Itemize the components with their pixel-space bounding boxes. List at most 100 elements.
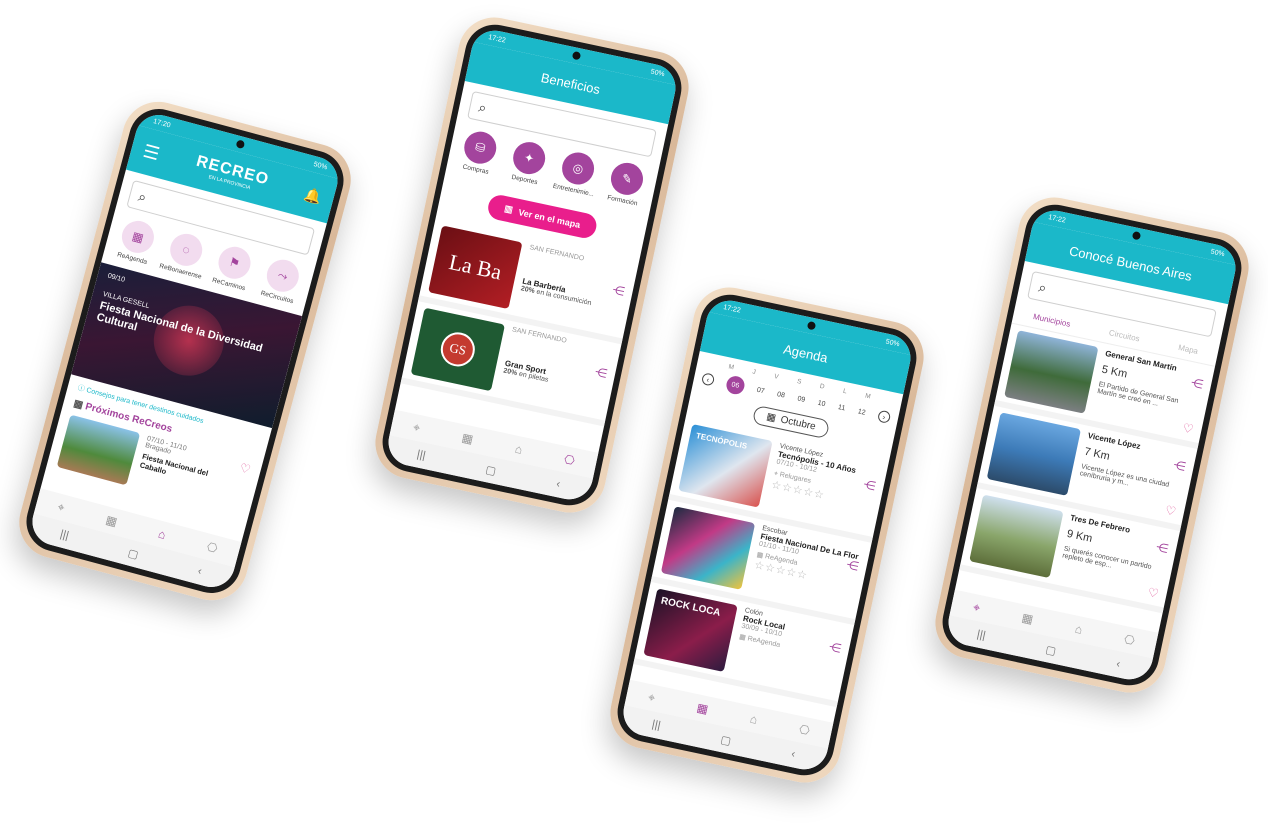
calendar-icon[interactable]: ▦: [461, 430, 475, 446]
event-thumbnail: [56, 414, 141, 486]
category-formacion[interactable]: ✎ Formación: [598, 158, 654, 209]
info-icon: ⓘ: [76, 384, 86, 394]
weekday-label: L: [842, 387, 848, 396]
home-screen: 17:20 50% ☰ RECREO EN LA PROVINCIA 🔔 ⌕ ▦…: [27, 109, 343, 593]
event-thumbnail: [660, 506, 756, 590]
tab-municipios[interactable]: Municipios: [1032, 312, 1071, 329]
gift-icon[interactable]: ⎔: [205, 540, 219, 556]
chat-icon: ◌: [166, 230, 206, 270]
share-icon[interactable]: ⋲: [1155, 540, 1170, 556]
calendar-icon[interactable]: ▦: [104, 513, 119, 529]
back-icon[interactable]: ‹: [790, 748, 796, 761]
tab-circuitos[interactable]: Circuitos: [1108, 328, 1140, 343]
category-reagenda[interactable]: ▦ ReAgenda: [108, 215, 165, 268]
back-icon[interactable]: ‹: [1115, 658, 1121, 671]
day-item[interactable]: 11: [837, 404, 846, 412]
gift-icon[interactable]: ⎔: [1123, 632, 1136, 648]
home-icon[interactable]: ⌂: [514, 442, 524, 457]
share-icon[interactable]: ⋲: [1172, 458, 1187, 474]
category-label: ReAgenda: [116, 251, 148, 267]
day-item[interactable]: 09: [797, 395, 806, 403]
phone-beneficios: 17:22 50% Beneficios ⌕ ⛁ Compras ✦ Depor…: [368, 10, 696, 520]
heart-icon[interactable]: ♡: [1164, 503, 1177, 519]
category-recaminos[interactable]: ⚑ ReCaminos: [205, 241, 262, 294]
share-icon[interactable]: ⋲: [828, 640, 843, 656]
benefit-thumbnail: GS: [410, 307, 505, 392]
event-info: Escobar Fiesta Nacional De La Flor 01/10…: [749, 525, 863, 613]
event-info: Colón Rock Local 30/09 - 10/10 ▦ ReAgend…: [731, 607, 845, 695]
phone-conoce: 17:22 50% Conocé Buenos Aires ⌕ Municipi…: [928, 190, 1256, 700]
place-thumbnail: [1004, 330, 1099, 414]
event-tag: ReAgenda: [746, 635, 781, 650]
share-icon[interactable]: ⋲: [845, 557, 860, 573]
status-battery: 50%: [885, 338, 901, 348]
bell-icon[interactable]: 🔔: [302, 185, 323, 206]
calendar-icon[interactable]: ▦: [696, 700, 710, 716]
event-thumb-text: ROCK LOCA: [659, 595, 722, 619]
day-item[interactable]: 08: [776, 391, 785, 399]
category-label: Entretenimie...: [552, 182, 595, 199]
home-icon[interactable]: ⌂: [749, 712, 759, 727]
home-button-icon[interactable]: ▢: [485, 463, 498, 477]
phone-home: 17:20 50% ☰ RECREO EN LA PROVINCIA 🔔 ⌕ ▦…: [11, 93, 359, 609]
recents-icon[interactable]: |||: [416, 448, 427, 462]
gift-icon[interactable]: ⎔: [798, 722, 811, 738]
home-button-icon[interactable]: ▢: [720, 733, 733, 747]
page-title: Agenda: [782, 341, 830, 366]
recreo-logo: RECREO EN LA PROVINCIA: [193, 153, 270, 195]
recents-icon[interactable]: |||: [976, 628, 987, 642]
entertainment-icon: ◎: [559, 149, 598, 188]
gift-icon[interactable]: ⎔: [563, 452, 576, 468]
home-icon[interactable]: ⌂: [157, 527, 168, 542]
benefit-discount: 20%: [502, 367, 518, 378]
location-icon[interactable]: ⌖: [56, 499, 66, 515]
category-label: Formación: [606, 194, 639, 208]
event-thumbnail: TECNÓPOLIS: [678, 424, 773, 508]
location-icon[interactable]: ⌖: [647, 690, 657, 706]
recents-icon[interactable]: |||: [651, 718, 662, 732]
category-recircuitos[interactable]: ⤳ ReCircuitos: [253, 254, 310, 307]
location-icon[interactable]: ⌖: [412, 420, 422, 436]
heart-icon[interactable]: ♡: [1181, 421, 1194, 437]
calendar-icon[interactable]: ▦: [1021, 610, 1035, 626]
chevron-right-icon[interactable]: ›: [876, 409, 892, 424]
share-icon[interactable]: ⋲: [1190, 375, 1205, 391]
category-rebonaerense[interactable]: ◌ ReBonaerense: [156, 228, 213, 281]
home-icon[interactable]: ⌂: [1074, 622, 1084, 637]
page-title: Beneficios: [539, 69, 602, 97]
category-label: Deportes: [510, 173, 539, 187]
menu-icon[interactable]: ☰: [141, 140, 162, 164]
chevron-left-icon[interactable]: ‹: [700, 372, 716, 387]
category-compras[interactable]: ⛁ Compras: [451, 127, 507, 178]
home-button-icon[interactable]: ▢: [127, 546, 140, 561]
home-button-icon[interactable]: ▢: [1045, 643, 1058, 657]
tab-mapa[interactable]: Mapa: [1177, 343, 1198, 356]
day-item[interactable]: 10: [817, 399, 826, 407]
category-entretenimiento[interactable]: ◎ Entretenimie...: [549, 148, 605, 199]
share-icon[interactable]: ⋲: [862, 477, 877, 493]
back-icon[interactable]: ‹: [555, 478, 561, 491]
benefit-place: SAN FERNANDO: [528, 244, 585, 263]
back-icon[interactable]: ‹: [196, 565, 203, 578]
day-item[interactable]: 07: [756, 386, 765, 394]
beneficios-screen: 17:22 50% Beneficios ⌕ ⛁ Compras ✦ Depor…: [384, 26, 680, 504]
status-time: 17:20: [152, 117, 172, 129]
category-deportes[interactable]: ✦ Deportes: [500, 137, 556, 188]
recents-icon[interactable]: |||: [59, 528, 70, 542]
location-icon[interactable]: ⌖: [972, 600, 982, 616]
day-item[interactable]: 12: [857, 408, 866, 416]
heart-icon[interactable]: ♡: [228, 460, 252, 515]
share-icon[interactable]: ⋲: [611, 282, 626, 298]
map-button-label: Ver en el mapa: [517, 206, 582, 230]
category-label: ReCircuitos: [259, 289, 295, 306]
share-icon[interactable]: ⋲: [594, 365, 609, 381]
location-icon: ⌖: [773, 470, 779, 478]
benefit-info: SAN FERNANDO Gran Sport 20% en piletas ⋲: [499, 326, 613, 414]
calendar-icon: ▦: [765, 411, 777, 425]
heart-icon[interactable]: ♡: [1146, 585, 1159, 601]
search-icon: ⌕: [136, 187, 149, 205]
category-label: ReCaminos: [211, 276, 247, 293]
search-icon: ⌕: [477, 98, 489, 116]
day-selected[interactable]: 06: [724, 374, 747, 396]
place-thumbnail: [986, 412, 1082, 496]
